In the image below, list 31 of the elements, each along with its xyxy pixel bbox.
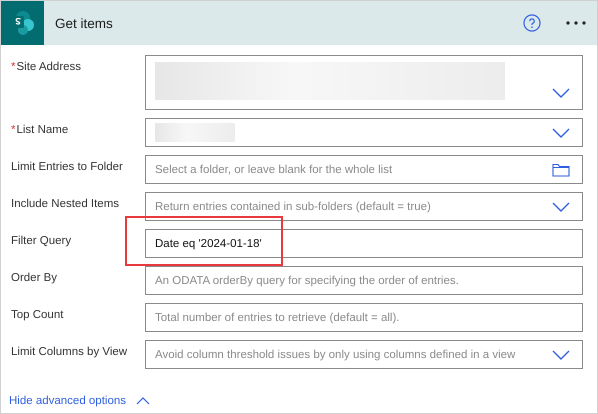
input-field[interactable] — [145, 118, 583, 147]
help-icon[interactable] — [523, 14, 541, 32]
field-placeholder: Select a folder, or leave blank for the whole list — [155, 164, 392, 176]
input-field[interactable]: Date eq '2024-01-18' — [145, 229, 583, 258]
chevron-down-icon[interactable] — [552, 128, 570, 138]
chevron-down-icon[interactable] — [552, 88, 570, 98]
action-title: Get items — [55, 16, 114, 30]
chevron-down-icon[interactable] — [552, 202, 570, 212]
input-field[interactable]: Avoid column threshold issues by only using columns defined in a view — [145, 340, 583, 369]
input-field[interactable] — [145, 55, 583, 110]
field-placeholder: An ODATA orderBy query for specifying the order of entries. — [155, 274, 459, 286]
more-options-icon[interactable] — [565, 20, 587, 26]
field-placeholder: Avoid column threshold issues by only using columns defined in a view — [155, 348, 516, 360]
field-placeholder: Total number of entries to retrieve (default = all). — [155, 312, 400, 324]
field-label: *List Name — [11, 123, 70, 136]
field-label: Limit Entries to Folder — [11, 160, 124, 173]
chevron-down-icon[interactable] — [552, 350, 570, 360]
hide-advanced-options-link[interactable]: Hide advanced options — [9, 395, 150, 407]
input-field[interactable]: Return entries contained in sub-folders (default = true) — [145, 192, 583, 221]
field-label: Top Count — [11, 308, 64, 321]
field-label: Limit Columns by View — [11, 345, 128, 358]
field-label: *Site Address — [11, 60, 82, 73]
field-label: Include Nested Items — [11, 197, 120, 210]
field-label: Order By — [11, 271, 58, 284]
input-field[interactable]: Total number of entries to retrieve (default = all). — [145, 303, 583, 332]
folder-icon[interactable] — [552, 162, 570, 176]
field-label: Filter Query — [11, 234, 72, 247]
field-value: Date eq '2024-01-18' — [155, 238, 262, 250]
input-field[interactable]: An ODATA orderBy query for specifying the order of entries. — [145, 266, 583, 295]
input-field[interactable]: Select a folder, or leave blank for the whole list — [145, 155, 583, 184]
field-placeholder: Return entries contained in sub-folders (default = true) — [155, 200, 431, 212]
